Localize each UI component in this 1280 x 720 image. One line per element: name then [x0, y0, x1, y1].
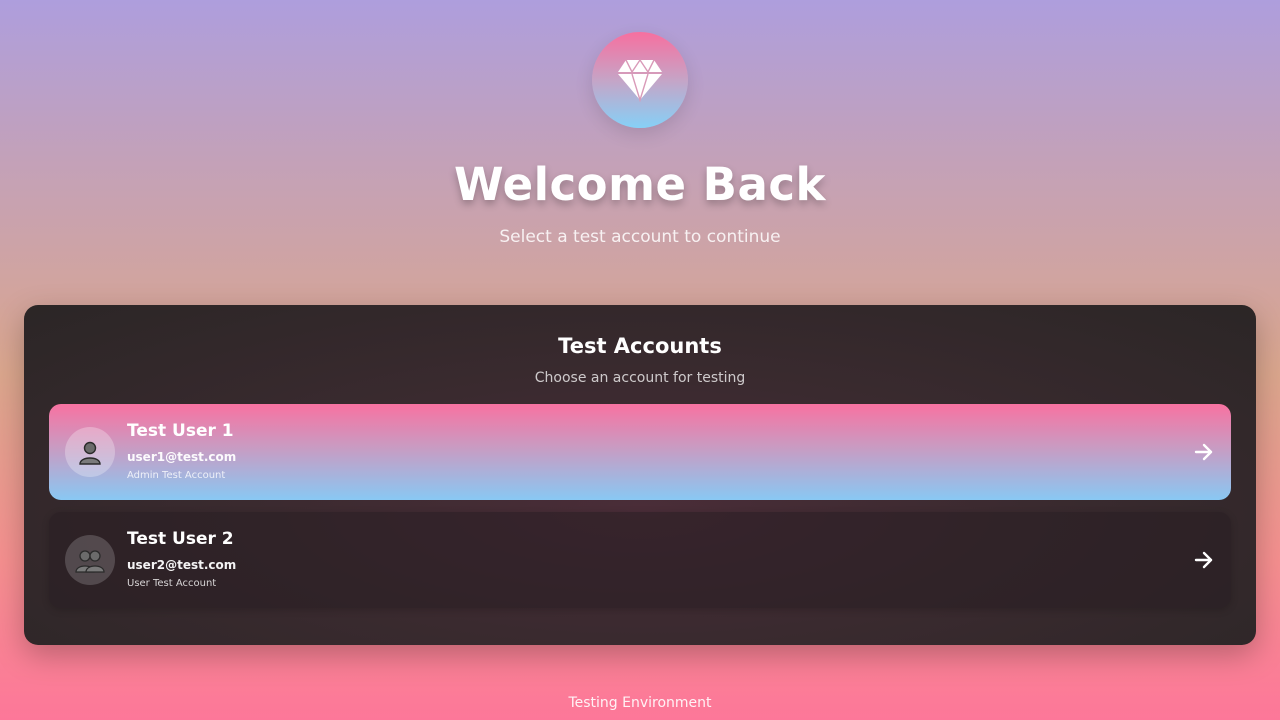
user-icon [79, 441, 101, 465]
panel-subtitle: Choose an account for testing [534, 370, 746, 386]
account-card-test-user-1[interactable]: Test User 1 user1@test.com Admin Test Ac… [49, 404, 1231, 500]
environment-footer: Testing Environment [568, 695, 712, 711]
panel-title: Test Accounts [558, 334, 722, 358]
page-title: Welcome Back [454, 158, 826, 211]
arrow-right-icon [1194, 443, 1213, 461]
account-card-test-user-2[interactable]: Test User 2 user2@test.com User Test Acc… [49, 512, 1231, 608]
avatar [65, 427, 115, 477]
account-role: User Test Account [127, 578, 217, 589]
test-accounts-panel: Test Accounts Choose an account for test… [24, 305, 1256, 645]
arrow-right-icon [1194, 551, 1213, 569]
diamond-icon [618, 58, 662, 102]
avatar [65, 535, 115, 585]
users-icon [75, 550, 105, 573]
page-subtitle: Select a test account to continue [499, 227, 781, 247]
account-email: user2@test.com [127, 558, 237, 572]
account-role: Admin Test Account [127, 470, 226, 481]
account-name: Test User 2 [127, 529, 234, 549]
account-name: Test User 1 [127, 421, 234, 441]
logo-badge [592, 32, 688, 128]
account-email: user1@test.com [127, 450, 237, 464]
